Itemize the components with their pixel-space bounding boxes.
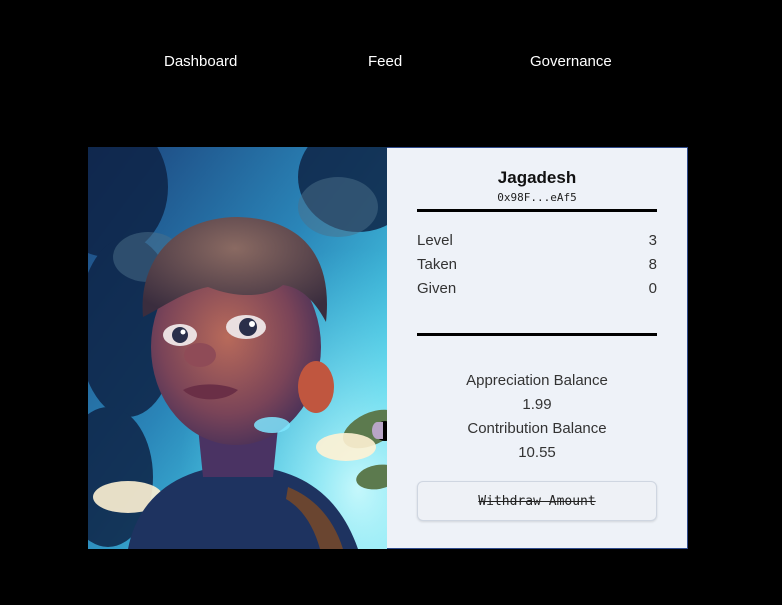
wallet-address: 0x98F...eAf5 [497,191,577,204]
nav-feed[interactable]: Feed [368,52,402,72]
stat-given: Given 0 [417,278,657,300]
top-nav: Dashboard Feed Governance [0,52,782,72]
profile-nft-image [88,147,388,549]
profile-name: Jagadesh [497,168,577,187]
stat-value: 3 [648,232,657,249]
divider [417,333,657,336]
nav-dashboard[interactable]: Dashboard [164,52,237,72]
stat-label: Taken [417,256,458,273]
nav-governance[interactable]: Governance [530,52,612,72]
divider [417,209,657,212]
stat-level: Level 3 [417,230,657,252]
appreciation-balance-label: Appreciation Balance [466,372,608,389]
appreciation-balance-value: 1.99 [522,396,552,413]
contribution-balance-value: 10.55 [518,444,556,461]
stat-label: Given [417,280,457,297]
withdraw-amount-button[interactable]: Withdraw Amount [417,481,657,521]
profile-card: Jagadesh 0x98F...eAf5 Level 3 Taken 8 Gi… [88,147,689,549]
profile-panel: Jagadesh 0x98F...eAf5 Level 3 Taken 8 Gi… [387,147,688,549]
stat-value: 8 [648,256,657,273]
stat-label: Level [417,232,453,249]
stat-value: 0 [648,280,657,297]
contribution-balance-label: Contribution Balance [467,420,607,437]
stat-taken: Taken 8 [417,254,657,276]
